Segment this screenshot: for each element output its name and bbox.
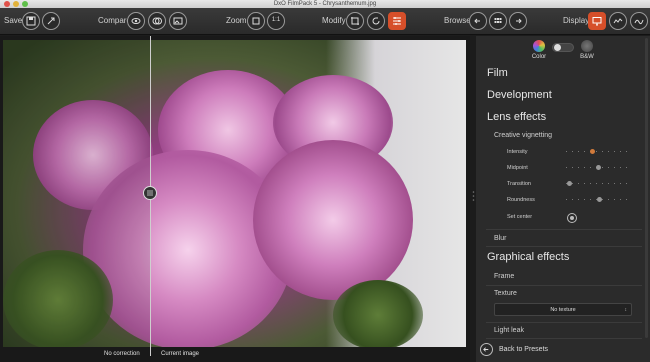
chrysanthemum-photo — [3, 40, 466, 347]
set-center-label: Set center — [507, 214, 533, 220]
image-icon — [173, 17, 183, 25]
bw-wheel-icon — [581, 40, 593, 52]
compare-side-by-side-button[interactable] — [169, 12, 187, 30]
eye-icon — [131, 18, 141, 24]
subsection-blur[interactable]: Blur — [494, 235, 506, 242]
section-film[interactable]: Film — [487, 67, 508, 79]
color-bw-toggle[interactable] — [552, 43, 574, 52]
no-correction-caption: No correction — [104, 351, 140, 357]
midpoint-slider[interactable] — [566, 165, 630, 171]
intensity-label: Intensity — [507, 149, 528, 155]
bw-mode-option[interactable]: B&W — [572, 40, 602, 60]
back-to-presets-button[interactable] — [480, 343, 493, 356]
next-image-button[interactable] — [509, 12, 527, 30]
export-share-button[interactable] — [42, 12, 60, 30]
compare-split-button[interactable] — [148, 12, 166, 30]
fit-screen-icon — [252, 17, 260, 25]
color-wheel-icon — [533, 40, 545, 52]
texture-select[interactable]: No texture ↕ — [494, 303, 632, 316]
zoom-fit-button[interactable] — [247, 12, 265, 30]
display-options-icon — [613, 18, 623, 24]
section-divider — [486, 246, 642, 247]
corrections-panel: Color B&W Film Development Lens effects … — [476, 36, 650, 362]
roundness-label: Roundness — [507, 197, 535, 203]
arrow-right-icon — [516, 18, 522, 24]
compare-label: Compare — [98, 16, 131, 25]
transition-slider-thumb[interactable] — [567, 181, 572, 186]
main-toolbar: Save Compare Zoom 1:1 Modify Browse Disp… — [0, 8, 650, 35]
flower-bloom — [253, 140, 413, 300]
section-graphical-effects[interactable]: Graphical effects — [487, 251, 569, 263]
modify-label: Modify — [322, 16, 346, 25]
section-lens-effects[interactable]: Lens effects — [487, 111, 546, 123]
monitor-icon — [592, 17, 602, 26]
previous-image-button[interactable] — [469, 12, 487, 30]
rotate-button[interactable] — [367, 12, 385, 30]
set-center-button[interactable] — [567, 213, 577, 223]
transition-label: Transition — [507, 181, 531, 187]
panel-scrollbar[interactable] — [645, 38, 648, 338]
leaf — [333, 280, 423, 347]
subsection-frame[interactable]: Frame — [494, 273, 514, 280]
section-divider — [486, 322, 642, 323]
color-mode-option[interactable]: Color — [524, 40, 554, 60]
texture-select-value: No texture — [550, 307, 576, 313]
roundness-slider-thumb[interactable] — [597, 197, 602, 202]
back-to-presets-label[interactable]: Back to Presets — [499, 346, 548, 353]
grid-icon — [494, 18, 502, 23]
display-label: Display — [563, 16, 590, 25]
color-mode-label: Color — [531, 54, 547, 60]
intensity-slider[interactable] — [566, 149, 630, 155]
histogram-icon — [634, 19, 644, 25]
section-divider — [486, 229, 642, 230]
midpoint-slider-thumb[interactable] — [596, 165, 601, 170]
split-view-icon — [152, 17, 162, 25]
compare-eye-button[interactable] — [127, 12, 145, 30]
zoom-label: Zoom — [226, 16, 247, 25]
display-single-button[interactable] — [588, 12, 606, 30]
zoom-one-to-one-button[interactable]: 1:1 — [267, 12, 285, 30]
arrow-left-icon — [483, 347, 489, 352]
subsection-texture[interactable]: Texture — [494, 290, 517, 297]
histogram-button[interactable] — [630, 12, 648, 30]
drag-handle-icon — [147, 190, 153, 196]
subsection-light-leak[interactable]: Light leak — [494, 327, 524, 334]
crop-icon — [351, 17, 359, 25]
zoom-one-to-one-text: 1:1 — [271, 17, 281, 23]
midpoint-label: Midpoint — [507, 165, 528, 171]
rotate-icon — [372, 17, 380, 25]
save-label: Save — [4, 16, 23, 25]
transition-slider[interactable] — [566, 181, 630, 187]
section-development[interactable]: Development — [487, 89, 552, 101]
share-icon — [47, 17, 55, 25]
image-viewer[interactable]: No correction Current image — [0, 36, 470, 362]
crop-button[interactable] — [346, 12, 364, 30]
section-divider — [486, 285, 642, 286]
current-image-caption: Current image — [161, 351, 200, 357]
display-settings-button[interactable] — [609, 12, 627, 30]
no-correction-overlay — [3, 40, 150, 347]
grid-view-button[interactable] — [489, 12, 507, 30]
toggle-knob — [554, 44, 561, 51]
intensity-slider-thumb[interactable] — [590, 149, 595, 154]
subsection-creative-vignetting[interactable]: Creative vignetting — [494, 132, 552, 139]
section-divider — [486, 338, 642, 339]
transition-slider-track — [566, 183, 630, 184]
window-title-bar: DxO FilmPack 5 - Chrysanthemum.jpg — [0, 0, 650, 8]
export-disk-icon — [26, 16, 36, 26]
export-disk-button[interactable] — [22, 12, 40, 30]
select-arrows-icon: ↕ — [624, 307, 628, 313]
bw-mode-label: B&W — [580, 54, 594, 60]
browse-label: Browse — [444, 16, 471, 25]
sliders-icon — [393, 17, 401, 25]
arrow-left-icon — [474, 18, 480, 24]
adjustments-button[interactable] — [388, 12, 406, 30]
intensity-slider-track — [566, 151, 630, 152]
window-title: DxO FilmPack 5 - Chrysanthemum.jpg — [273, 1, 377, 7]
roundness-slider[interactable] — [566, 197, 630, 203]
split-drag-handle[interactable] — [143, 186, 157, 200]
